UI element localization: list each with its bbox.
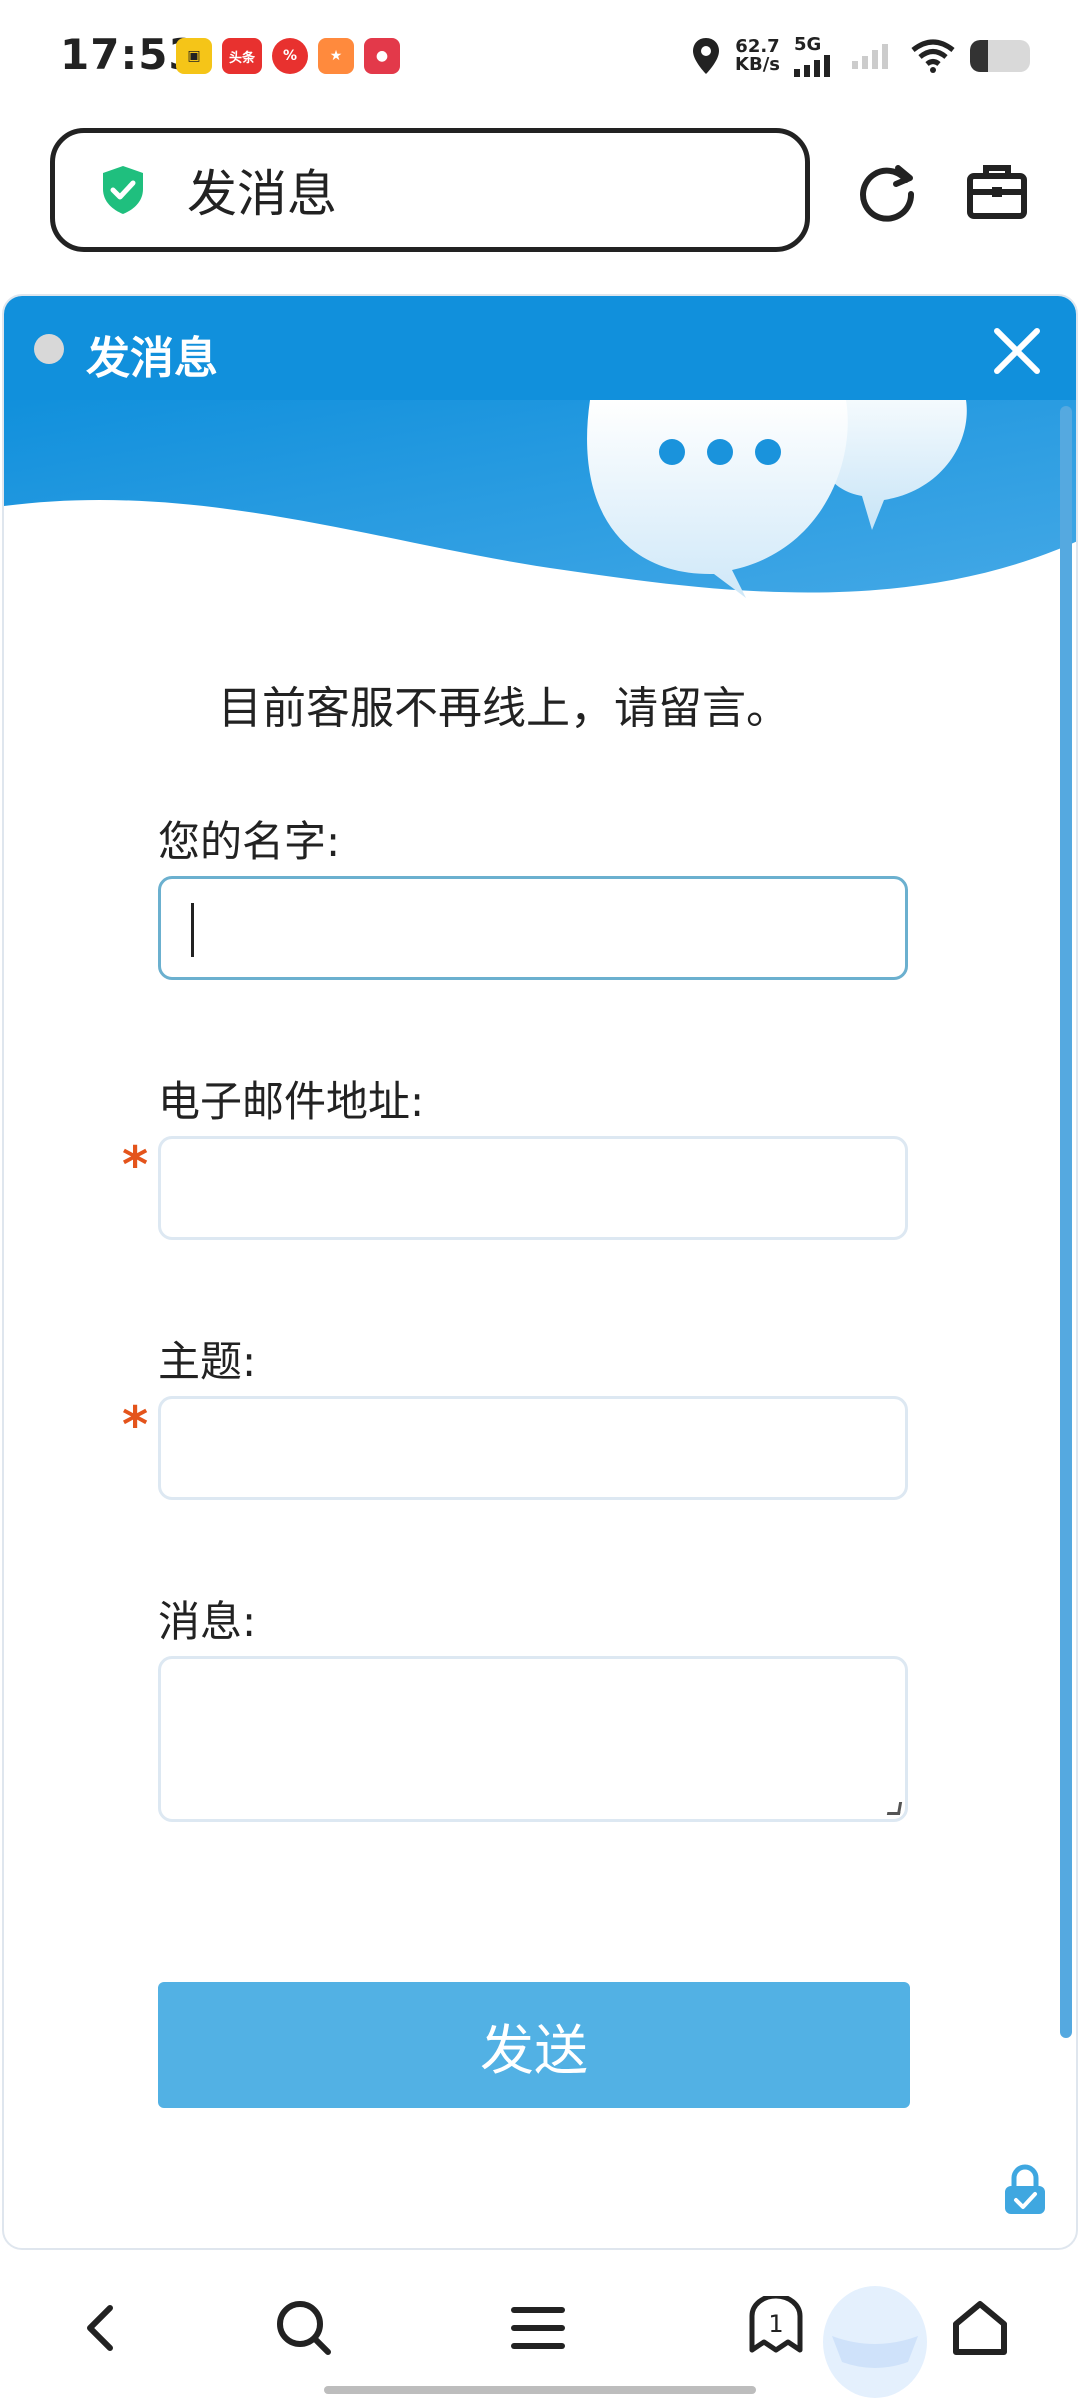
required-marker: * (122, 1396, 149, 1454)
required-marker: * (122, 1136, 149, 1194)
shopping-app-icon: % (272, 38, 308, 74)
email-label: 电子邮件地址: (158, 1077, 425, 1126)
assistant-mascot-icon[interactable] (810, 2282, 940, 2400)
back-icon[interactable] (70, 2296, 134, 2360)
status-indicators: 62.7 KB/s 5G (691, 34, 1030, 77)
close-icon[interactable] (992, 326, 1042, 376)
signal-bars-icon (794, 55, 830, 77)
scrollbar[interactable] (1060, 406, 1072, 2038)
search-icon[interactable] (272, 2296, 336, 2360)
app-notification-icon: ▣ (176, 38, 212, 74)
text-cursor (191, 903, 194, 957)
online-status-dot (34, 334, 64, 364)
message-label: 消息: (158, 1597, 257, 1646)
toolbox-icon[interactable] (966, 160, 1028, 222)
subject-input[interactable] (158, 1396, 908, 1500)
wifi-icon (911, 39, 955, 73)
location-icon (693, 37, 720, 74)
gesture-bar[interactable] (324, 2386, 756, 2394)
security-shield-icon (103, 166, 143, 214)
name-label: 您的名字: (158, 817, 341, 866)
game-app-icon: ★ (318, 38, 354, 74)
message-panel: 发消息 目前客服不再线上，请留言。 您的名字: 电子邮件地址: * 主题: * … (2, 294, 1078, 2250)
resize-handle[interactable] (886, 1802, 903, 1815)
email-input[interactable] (158, 1136, 908, 1240)
notification-icons: ▣ 头条 % ★ ● (176, 38, 400, 74)
toutiao-icon: 头条 (222, 38, 262, 74)
network-speed: 62.7 KB/s (735, 35, 780, 75)
signal-bars-secondary-icon (852, 43, 888, 69)
address-bar-title: 发消息 (187, 165, 337, 223)
address-bar[interactable]: 发消息 (50, 128, 810, 252)
battery-level (970, 39, 988, 72)
mascot-app-icon: ● (364, 38, 400, 74)
panel-title: 发消息 (86, 333, 218, 384)
message-textarea[interactable] (158, 1656, 908, 1822)
home-icon[interactable] (948, 2296, 1012, 2360)
chat-bubbles-banner (4, 400, 1076, 598)
battery-icon (970, 39, 1030, 72)
subject-label: 主题: (158, 1337, 257, 1386)
panel-header: 发消息 (4, 296, 1076, 402)
bottom-navigation: 1 (0, 2256, 1080, 2400)
send-button[interactable]: 发送 (158, 1982, 910, 2108)
name-input[interactable] (158, 876, 908, 980)
tabs-button[interactable]: 1 (744, 2293, 808, 2360)
reload-icon[interactable] (856, 160, 918, 222)
menu-icon[interactable] (506, 2296, 570, 2360)
tab-count: 1 (768, 2310, 784, 2338)
offline-notice: 目前客服不再线上，请留言。 (218, 683, 790, 734)
secure-lock-icon (1005, 2164, 1045, 2214)
signal-5g: 5G (794, 34, 838, 77)
status-bar: 17:53 ▣ 头条 % ★ ● 62.7 KB/s 5G (0, 0, 1080, 110)
